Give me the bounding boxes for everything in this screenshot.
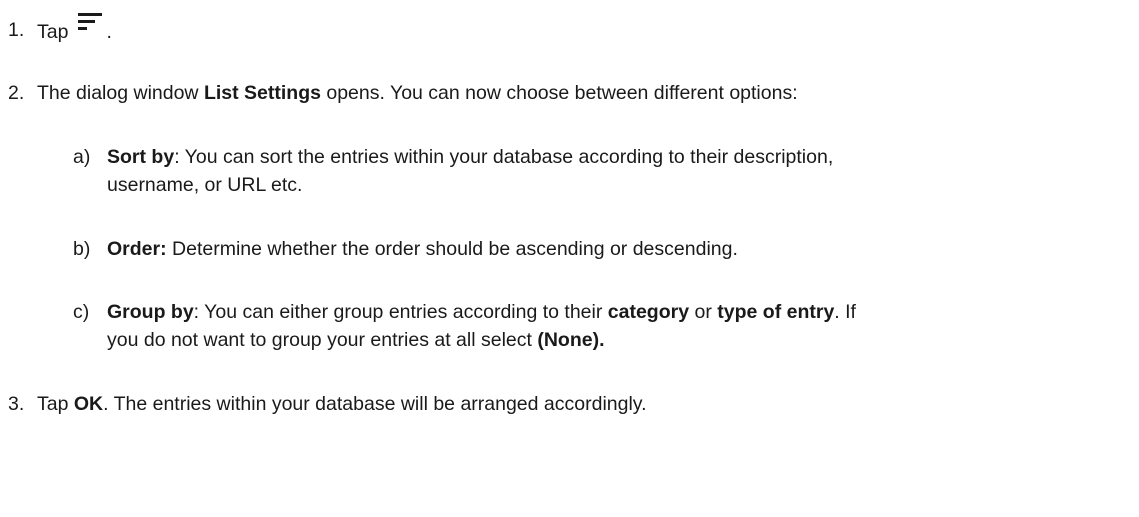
dialog-name: List Settings <box>203 82 321 104</box>
option-letter: b) <box>73 238 91 260</box>
option-text: : You can either group entries according… <box>193 301 608 323</box>
step-text: Tap <box>37 393 74 415</box>
option-letter: a) <box>73 146 91 168</box>
option-text: . If <box>834 301 856 323</box>
option-text: Determine whether the order should be as… <box>166 238 738 260</box>
step-number: 3. <box>8 393 25 415</box>
sort-list-icon <box>76 10 106 32</box>
option-text: you do not want to group your entries at… <box>107 329 538 351</box>
none-term: (None). <box>537 329 605 351</box>
step-number: 2. <box>8 82 25 104</box>
option-title: Sort by <box>107 146 175 168</box>
option-text: username, or URL etc. <box>107 174 303 196</box>
option-title: Group by <box>107 301 194 323</box>
instructions-document: 1. Tap. 2. The dialog window List Settin… <box>0 0 1139 517</box>
type-of-entry-term: type of entry <box>717 301 835 323</box>
step-text-end: . The entries within your database will … <box>103 393 647 415</box>
option-letter: c) <box>73 301 90 323</box>
option-title: Order: <box>107 238 167 260</box>
step-text: The dialog window <box>37 82 204 104</box>
option-text: : You can sort the entries within your d… <box>174 146 834 168</box>
step-text: Tap <box>37 21 69 43</box>
step-text-end: . <box>106 21 112 43</box>
step-text-end: opens. You can now choose between differ… <box>320 82 798 104</box>
ok-term: OK <box>73 393 104 415</box>
step-number: 1. <box>8 19 25 41</box>
option-text: or <box>689 301 718 323</box>
category-term: category <box>607 301 690 323</box>
